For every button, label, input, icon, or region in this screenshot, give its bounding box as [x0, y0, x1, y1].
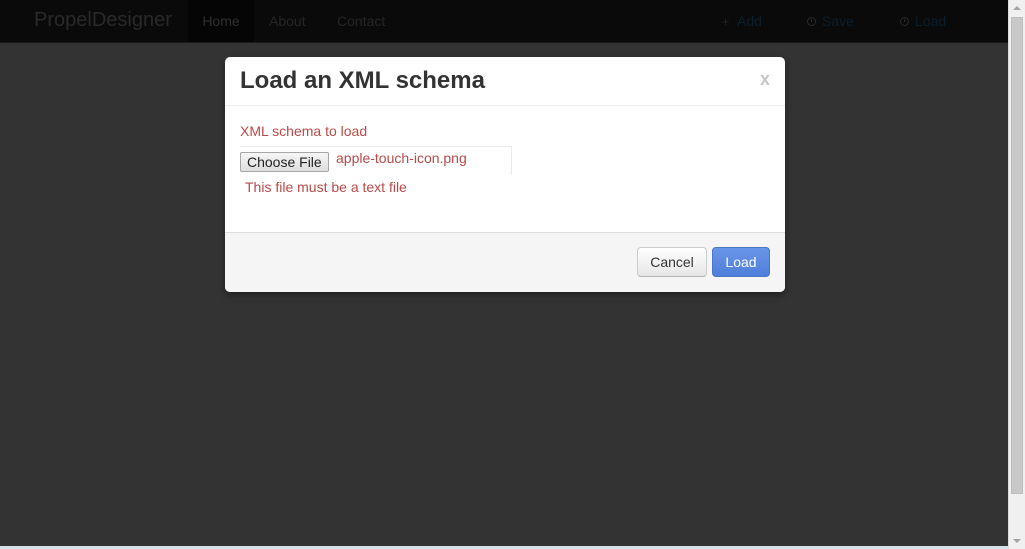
modal-title: Load an XML schema: [240, 67, 485, 94]
scroll-thumb[interactable]: [1011, 17, 1023, 494]
cancel-button[interactable]: Cancel: [637, 247, 707, 277]
add-label: Add: [737, 13, 762, 29]
file-input[interactable]: Choose File apple-touch-icon.png: [240, 146, 512, 175]
scroll-down-arrow-icon[interactable]: [1013, 539, 1021, 543]
plus-icon: +: [721, 13, 730, 29]
modal-header: Load an XML schema x: [225, 57, 785, 106]
load-nav-button[interactable]: Load: [900, 0, 946, 42]
validation-error-text: This file must be a text file: [245, 179, 407, 195]
info-circle-icon: [807, 16, 816, 26]
choose-file-button[interactable]: Choose File: [240, 152, 329, 172]
scroll-up-arrow-icon[interactable]: [1013, 6, 1021, 10]
nav-link-about[interactable]: About: [269, 0, 306, 42]
modal-footer: Cancel Load: [225, 232, 785, 292]
save-button[interactable]: Save: [807, 0, 854, 42]
vertical-scrollbar[interactable]: [1008, 0, 1025, 549]
add-button[interactable]: + Add: [720, 0, 762, 42]
info-circle-icon: [900, 16, 909, 26]
schema-field-label: XML schema to load: [240, 123, 368, 139]
nav-link-home[interactable]: Home: [188, 0, 254, 42]
nav-link-contact[interactable]: Contact: [337, 0, 385, 42]
brand-logo[interactable]: PropelDesigner: [34, 9, 172, 32]
selected-file-name: apple-touch-icon.png: [336, 150, 467, 166]
top-navbar: PropelDesigner Home About Contact + Add …: [0, 0, 1008, 43]
load-schema-modal: Load an XML schema x XML schema to load …: [225, 57, 785, 292]
load-button[interactable]: Load: [712, 247, 770, 277]
load-nav-label: Load: [915, 13, 947, 29]
close-icon[interactable]: x: [760, 69, 770, 90]
save-label: Save: [822, 13, 854, 29]
